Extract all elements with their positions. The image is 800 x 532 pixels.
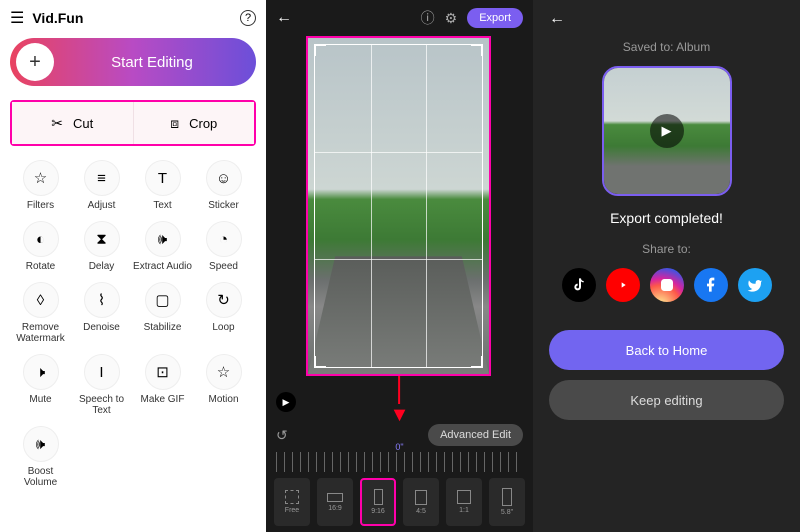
annotation-arrow: ▼ <box>390 404 410 427</box>
tool-filters[interactable]: ☆Filters <box>10 160 71 211</box>
reset-icon[interactable]: ↺ <box>276 427 288 444</box>
tool-speed[interactable]: ◔Speed <box>193 221 254 272</box>
extract-audio-icon: 🕪 <box>145 221 181 257</box>
mute-icon: 🕨 <box>23 354 59 390</box>
aspect-ratio-row: Free 16:9 9:16 4:5 1:1 5.8" <box>266 472 533 532</box>
video-preview[interactable] <box>266 36 533 418</box>
tools-panel: ☰ Vid.Fun ? + Start Editing ✂ Cut ⧈ Crop… <box>0 0 266 532</box>
tool-delay[interactable]: ⧗Delay <box>71 221 132 272</box>
help-icon[interactable]: ? <box>240 10 256 26</box>
export-completed-label: Export completed! <box>610 210 723 226</box>
timeline-ruler <box>276 452 523 472</box>
back-icon[interactable]: ← <box>276 9 292 27</box>
play-icon[interactable]: ▶ <box>650 114 684 148</box>
back-icon[interactable]: ← <box>549 10 565 28</box>
play-button[interactable]: ▶ <box>276 392 296 412</box>
advanced-edit-button[interactable]: Advanced Edit <box>428 424 523 446</box>
video-thumbnail[interactable]: ▶ <box>602 66 732 196</box>
crop-button[interactable]: ⧈ Crop <box>133 102 255 144</box>
start-editing-label: Start Editing <box>54 54 250 71</box>
tool-adjust[interactable]: ≡Adjust <box>71 160 132 211</box>
ratio-free[interactable]: Free <box>274 478 310 526</box>
time-marker: 0" <box>395 442 403 452</box>
crop-handle-tr[interactable] <box>471 44 483 56</box>
share-youtube[interactable] <box>606 268 640 302</box>
tool-make-gif[interactable]: ⊡Make GIF <box>132 354 193 416</box>
export-panel: ← Saved to: Album ▶ Export completed! Sh… <box>533 0 800 532</box>
scissors-icon: ✂ <box>51 115 63 132</box>
share-row <box>562 268 772 302</box>
tool-text[interactable]: TText <box>132 160 193 211</box>
ratio-16-9[interactable]: 16:9 <box>317 478 353 526</box>
tool-sticker[interactable]: ☺Sticker <box>193 160 254 211</box>
crop-label: Crop <box>189 116 217 131</box>
crop-handle-tl[interactable] <box>314 44 326 56</box>
saved-to-label: Saved to: Album <box>623 40 710 54</box>
delay-icon: ⧗ <box>84 221 120 257</box>
plus-icon: + <box>16 43 54 81</box>
crop-handle-bl[interactable] <box>314 356 326 368</box>
cut-crop-row: ✂ Cut ⧈ Crop <box>10 100 256 146</box>
text-icon: T <box>145 160 181 196</box>
filters-icon: ☆ <box>23 160 59 196</box>
boost-volume-icon: 🕪 <box>23 426 59 462</box>
adjust-icon: ≡ <box>84 160 120 196</box>
speed-icon: ◔ <box>206 221 242 257</box>
ratio-9-16[interactable]: 9:16 <box>360 478 396 526</box>
settings-icon[interactable]: ⚙ <box>445 10 458 27</box>
ratio-5-8[interactable]: 5.8" <box>489 478 525 526</box>
tool-extract-audio[interactable]: 🕪Extract Audio <box>132 221 193 272</box>
share-instagram[interactable] <box>650 268 684 302</box>
sticker-icon: ☺ <box>206 160 242 196</box>
gif-icon: ⊡ <box>145 354 181 390</box>
back-to-home-button[interactable]: Back to Home <box>549 330 784 370</box>
help-icon[interactable]: ⓘ <box>421 8 435 28</box>
tool-motion[interactable]: ☆Motion <box>193 354 254 416</box>
share-twitter[interactable] <box>738 268 772 302</box>
watermark-icon: ◊ <box>23 282 59 318</box>
app-title: Vid.Fun <box>32 10 232 26</box>
speech-icon: I <box>84 354 120 390</box>
share-facebook[interactable] <box>694 268 728 302</box>
editor-panel: ← ⓘ ⚙ Export ▶ ▼ ↺ Advanced Edit 0" Free… <box>266 0 533 532</box>
crop-icon: ⧈ <box>170 115 179 132</box>
crop-selection[interactable] <box>306 36 491 376</box>
loop-icon: ↻ <box>206 282 242 318</box>
timeline[interactable]: 0" <box>276 452 523 472</box>
editor-header: ← ⓘ ⚙ Export <box>266 0 533 36</box>
share-to-label: Share to: <box>642 242 691 256</box>
panel1-header: ☰ Vid.Fun ? <box>10 8 256 28</box>
tool-loop[interactable]: ↻Loop <box>193 282 254 344</box>
tools-grid: ☆Filters ≡Adjust TText ☺Sticker ◐Rotate … <box>10 160 256 488</box>
tool-rotate[interactable]: ◐Rotate <box>10 221 71 272</box>
keep-editing-button[interactable]: Keep editing <box>549 380 784 420</box>
denoise-icon: ⌇ <box>84 282 120 318</box>
tool-speech-to-text[interactable]: ISpeech to Text <box>71 354 132 416</box>
stabilize-icon: ▢ <box>145 282 181 318</box>
tool-denoise[interactable]: ⌇Denoise <box>71 282 132 344</box>
tool-boost-volume[interactable]: 🕪Boost Volume <box>10 426 71 488</box>
tool-stabilize[interactable]: ▢Stabilize <box>132 282 193 344</box>
ratio-1-1[interactable]: 1:1 <box>446 478 482 526</box>
start-editing-button[interactable]: + Start Editing <box>10 38 256 86</box>
menu-icon[interactable]: ☰ <box>10 8 24 28</box>
tool-mute[interactable]: 🕨Mute <box>10 354 71 416</box>
export-button[interactable]: Export <box>467 8 523 28</box>
tool-remove-watermark[interactable]: ◊Remove Watermark <box>10 282 71 344</box>
ratio-4-5[interactable]: 4:5 <box>403 478 439 526</box>
share-tiktok[interactable] <box>562 268 596 302</box>
crop-handle-br[interactable] <box>471 356 483 368</box>
crop-grid <box>314 44 483 368</box>
cut-label: Cut <box>73 116 93 131</box>
rotate-icon: ◐ <box>23 221 59 257</box>
cut-button[interactable]: ✂ Cut <box>12 102 133 144</box>
motion-icon: ☆ <box>206 354 242 390</box>
